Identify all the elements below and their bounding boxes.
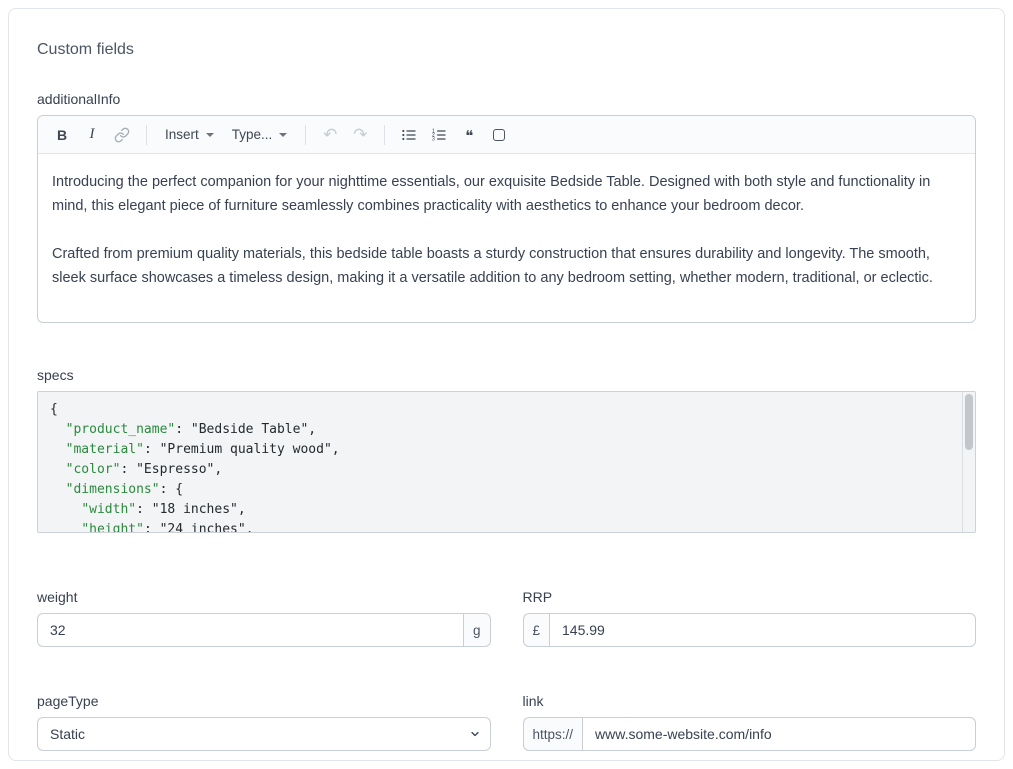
link-input-group: https:// (523, 717, 977, 751)
link-label: link (523, 693, 977, 709)
additional-info-label: additionalInfo (37, 91, 976, 107)
specs-scrollbar-thumb[interactable] (965, 394, 973, 450)
svg-text:3: 3 (432, 136, 435, 142)
insert-dropdown[interactable]: Insert (157, 121, 222, 149)
weight-label: weight (37, 589, 491, 605)
field-pagetype: pageType Static (37, 693, 491, 751)
layout-block-button[interactable] (485, 121, 513, 149)
pagetype-select-wrap: Static (37, 717, 491, 751)
link-icon (114, 127, 130, 143)
link-button[interactable] (108, 121, 136, 149)
bullet-list-icon (401, 127, 417, 143)
richtext-editor: B I Insert Type... ↶ ↷ (37, 115, 976, 323)
field-weight: weight g (37, 589, 491, 647)
redo-button[interactable]: ↷ (346, 121, 374, 149)
pagetype-select[interactable]: Static (37, 717, 491, 751)
pagetype-label: pageType (37, 693, 491, 709)
bold-button[interactable]: B (48, 121, 76, 149)
ordered-list-icon: 123 (431, 127, 447, 143)
panel-title: Custom fields (37, 41, 976, 59)
ordered-list-button[interactable]: 123 (425, 121, 453, 149)
link-protocol-prefix: https:// (523, 717, 584, 751)
weight-input[interactable] (37, 613, 463, 647)
toolbar-divider (384, 125, 385, 145)
rrp-label: RRP (523, 589, 977, 605)
blockquote-button[interactable]: ❝ (455, 121, 483, 149)
row-pagetype-link: pageType Static link https:// (37, 693, 976, 751)
weight-unit-suffix: g (463, 613, 491, 647)
rrp-currency-prefix: £ (523, 613, 551, 647)
field-specs: specs { "product_name": "Bedside Table",… (37, 367, 976, 533)
type-dropdown-label: Type... (232, 127, 273, 142)
specs-scrollbar[interactable] (962, 392, 975, 532)
layout-block-icon (493, 129, 505, 141)
rrp-input[interactable] (550, 613, 976, 647)
field-rrp: RRP £ (523, 589, 977, 647)
chevron-down-icon (206, 133, 214, 137)
undo-button[interactable]: ↶ (316, 121, 344, 149)
toolbar-divider (146, 125, 147, 145)
specs-code-editor[interactable]: { "product_name": "Bedside Table", "mate… (37, 391, 976, 533)
bullet-list-button[interactable] (395, 121, 423, 149)
italic-button[interactable]: I (78, 121, 106, 149)
toolbar-divider (305, 125, 306, 145)
chevron-down-icon (279, 133, 287, 137)
custom-fields-panel: Custom fields additionalInfo B I Insert … (8, 8, 1005, 761)
weight-input-group: g (37, 613, 491, 647)
richtext-toolbar: B I Insert Type... ↶ ↷ (38, 116, 975, 154)
specs-code: { "product_name": "Bedside Table", "mate… (38, 392, 975, 533)
richtext-content[interactable]: Introducing the perfect companion for yo… (38, 154, 975, 322)
field-additional-info: additionalInfo B I Insert Type... ↶ (37, 91, 976, 323)
rrp-input-group: £ (523, 613, 977, 647)
row-weight-rrp: weight g RRP £ (37, 589, 976, 647)
type-dropdown[interactable]: Type... (224, 121, 296, 149)
field-link: link https:// (523, 693, 977, 751)
link-input[interactable] (583, 717, 976, 751)
insert-dropdown-label: Insert (165, 127, 199, 142)
specs-label: specs (37, 367, 976, 383)
